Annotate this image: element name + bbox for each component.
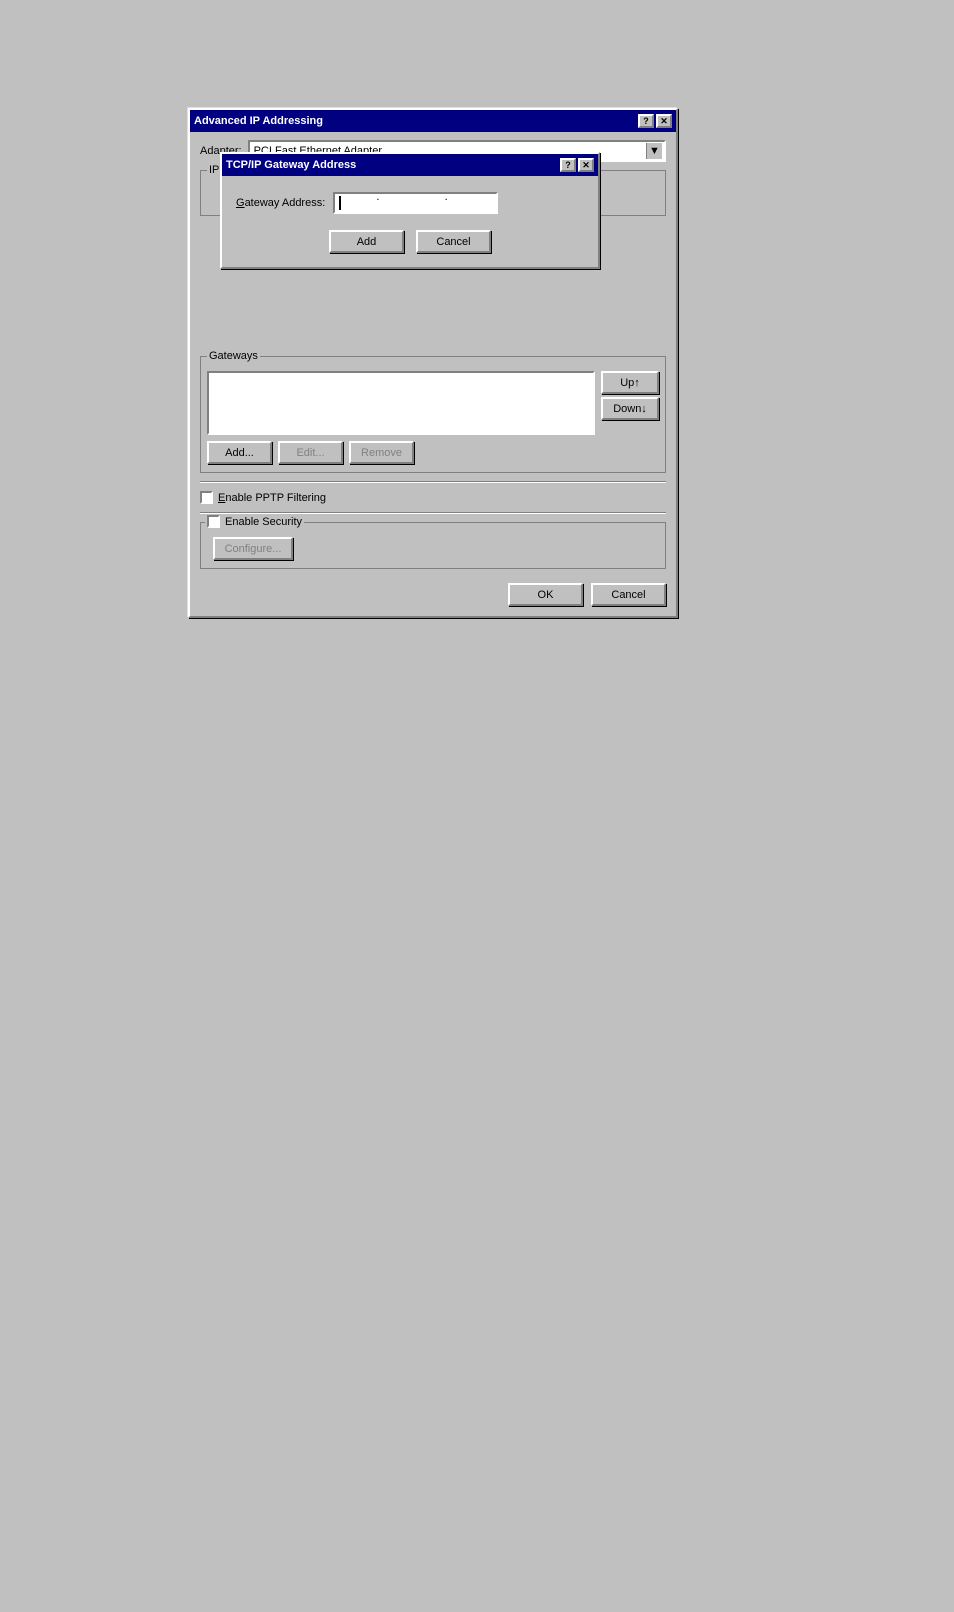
tcp-dialog-buttons: Add Cancel <box>236 230 584 253</box>
gateway-address-input[interactable]: . . <box>333 192 498 214</box>
gateway-address-row: Gateway Address: . . <box>236 192 584 214</box>
cancel-button[interactable]: Cancel <box>591 583 666 606</box>
security-checkbox[interactable] <box>207 515 220 528</box>
configure-button[interactable]: Configure... <box>213 537 293 560</box>
tcp-dialog-titlebar: TCP/IP Gateway Address ? ✕ <box>222 154 598 176</box>
gateways-edit-button[interactable]: Edit... <box>278 441 343 464</box>
pptp-checkbox[interactable] <box>200 491 213 504</box>
gateways-listbox[interactable] <box>207 371 595 435</box>
gateways-down-button[interactable]: Down↓ <box>601 397 659 420</box>
tcp-cancel-button[interactable]: Cancel <box>416 230 491 253</box>
titlebar-buttons: ? ✕ <box>638 114 672 128</box>
ok-button[interactable]: OK <box>508 583 583 606</box>
tcp-help-button[interactable]: ? <box>560 158 576 172</box>
advanced-ip-dialog: Advanced IP Addressing ? ✕ Adapter: PCI … <box>188 108 678 618</box>
advanced-dialog-titlebar: Advanced IP Addressing ? ✕ <box>190 110 676 132</box>
gateways-side-buttons: Up↑ Down↓ <box>601 371 659 420</box>
tcp-titlebar-buttons: ? ✕ <box>560 158 594 172</box>
gateways-bottom-buttons: Add... Edit... Remove <box>207 441 659 464</box>
tcp-add-button[interactable]: Add <box>329 230 404 253</box>
security-header: Enable Security <box>205 515 304 528</box>
advanced-dialog-title: Advanced IP Addressing <box>194 115 638 127</box>
pptp-row: Enable PPTP Filtering <box>200 491 666 504</box>
gateways-section: Gateways Up↑ Down↓ Add... Edit... Remove <box>200 356 666 473</box>
gateways-groupbox: Gateways Up↑ Down↓ Add... Edit... Remove <box>200 356 666 473</box>
security-groupbox: Enable Security Configure... <box>200 522 666 569</box>
tcp-gateway-dialog: TCP/IP Gateway Address ? ✕ Gateway Addre… <box>220 152 600 269</box>
advanced-help-button[interactable]: ? <box>638 114 654 128</box>
security-label: Enable Security <box>225 516 302 528</box>
bottom-buttons-row: OK Cancel <box>200 579 666 606</box>
configure-row: Configure... <box>209 537 657 560</box>
gateways-up-button[interactable]: Up↑ <box>601 371 659 394</box>
adapter-dropdown-arrow[interactable]: ▼ <box>646 143 662 159</box>
gateways-remove-button[interactable]: Remove <box>349 441 414 464</box>
tcp-close-button[interactable]: ✕ <box>578 158 594 172</box>
gateway-address-label: Gateway Address: <box>236 197 325 209</box>
pptp-label: Enable PPTP Filtering <box>218 492 326 504</box>
tcp-dialog-title: TCP/IP Gateway Address <box>226 159 560 171</box>
ip-separator-dots: . . <box>342 191 492 215</box>
gateways-group-label: Gateways <box>207 350 260 362</box>
gateway-label-text: Gateway Address: <box>236 197 325 209</box>
divider-1 <box>200 481 666 483</box>
cursor <box>339 196 341 210</box>
gateways-add-button[interactable]: Add... <box>207 441 272 464</box>
advanced-dialog-body: Adapter: PCI Fast Ethernet Adapter ▼ IP … <box>190 132 676 616</box>
tcp-dialog-body: Gateway Address: . . Add Cancel <box>222 176 598 267</box>
advanced-close-button[interactable]: ✕ <box>656 114 672 128</box>
divider-2 <box>200 512 666 514</box>
gateways-list-row: Up↑ Down↓ <box>207 371 659 435</box>
